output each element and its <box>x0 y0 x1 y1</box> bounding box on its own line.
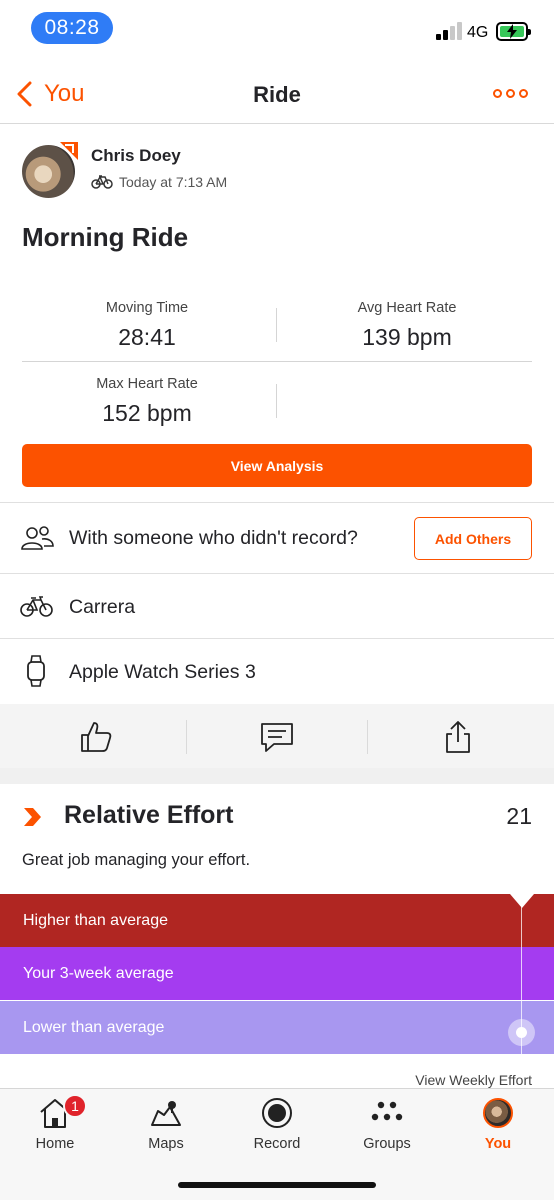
stat-label: Max Heart Rate <box>96 376 198 392</box>
thumbs-up-icon[interactable] <box>79 720 113 754</box>
divider <box>276 308 277 342</box>
groups-icon <box>371 1101 403 1121</box>
relative-effort-description: Great job managing your effort. <box>22 851 251 869</box>
social-actions <box>0 704 554 768</box>
stat-moving-time: Moving Time 28:41 <box>22 300 272 351</box>
home-indicator <box>178 1182 376 1188</box>
tab-groups[interactable]: Groups <box>332 1089 442 1169</box>
gear-name: Carrera <box>69 596 136 618</box>
athlete-header: Chris Doey Today at 7:13 AM <box>22 142 532 202</box>
tab-home[interactable]: 1 Home <box>0 1089 110 1169</box>
group-prompt: With someone who didn't record? <box>69 527 358 549</box>
device-name: Apple Watch Series 3 <box>69 661 256 683</box>
effort-marker-dot <box>508 1019 535 1046</box>
view-analysis-button[interactable]: View Analysis <box>22 444 532 487</box>
notification-badge: 1 <box>63 1094 87 1118</box>
map-icon <box>151 1101 181 1126</box>
stat-max-heart-rate: Max Heart Rate 152 bpm <box>22 376 272 427</box>
section-gap <box>0 768 554 784</box>
watch-icon <box>27 655 45 687</box>
divider <box>186 720 187 754</box>
effort-band-lower: Lower than average <box>0 1001 554 1054</box>
divider <box>367 720 368 754</box>
tab-label: Groups <box>363 1136 411 1152</box>
status-time[interactable]: 08:28 <box>31 12 113 44</box>
group-row: With someone who didn't record? Add Othe… <box>0 502 554 574</box>
activity-title: Morning Ride <box>22 222 189 252</box>
tab-record[interactable]: Record <box>222 1089 332 1169</box>
tab-you[interactable]: You <box>443 1089 553 1169</box>
subscriber-badge-icon <box>60 142 78 160</box>
view-weekly-effort-link[interactable]: View Weekly Effort <box>415 1072 532 1088</box>
stat-label: Moving Time <box>105 300 189 316</box>
battery-icon <box>496 22 531 41</box>
stat-value: 152 bpm <box>102 400 192 426</box>
effort-marker-triangle <box>510 894 534 908</box>
stat-value: 28:41 <box>118 324 176 350</box>
network-type: 4G <box>467 24 489 41</box>
athlete-name[interactable]: Chris Doey <box>91 146 181 166</box>
gear-row[interactable]: Carrera <box>0 573 554 638</box>
bike-icon <box>20 596 53 617</box>
signal-icon <box>436 22 464 40</box>
more-options-icon[interactable] <box>493 89 528 98</box>
nav-bar: You Ride <box>0 62 554 124</box>
avatar <box>483 1098 513 1128</box>
share-icon[interactable] <box>441 720 475 754</box>
relative-effort-title: Relative Effort <box>64 801 234 829</box>
divider <box>22 361 532 362</box>
record-icon <box>262 1098 292 1128</box>
device-row: Apple Watch Series 3 <box>0 638 554 704</box>
tab-maps[interactable]: Maps <box>111 1089 221 1169</box>
divider <box>276 384 277 418</box>
tab-label: Maps <box>148 1136 184 1152</box>
add-others-button[interactable]: Add Others <box>414 517 532 560</box>
bike-icon <box>91 175 113 189</box>
tab-label: Record <box>253 1136 301 1152</box>
stat-label: Avg Heart Rate <box>357 300 457 316</box>
tab-label: You <box>484 1136 512 1152</box>
relative-effort-value: 21 <box>506 803 532 829</box>
stat-value: 139 bpm <box>362 324 452 350</box>
activity-time: Today at 7:13 AM <box>119 174 228 190</box>
relative-effort-icon <box>24 808 41 826</box>
effort-band-higher: Higher than average <box>0 894 554 947</box>
tab-label: Home <box>35 1136 75 1152</box>
effort-band-average: Your 3-week average <box>0 947 554 1000</box>
status-bar: 08:28 4G <box>0 0 554 60</box>
people-icon <box>21 526 54 550</box>
comment-icon[interactable] <box>260 720 294 754</box>
page-title: Ride <box>253 82 301 107</box>
activity-meta: Today at 7:13 AM <box>91 174 227 190</box>
stat-avg-heart-rate: Avg Heart Rate 139 bpm <box>282 300 532 351</box>
